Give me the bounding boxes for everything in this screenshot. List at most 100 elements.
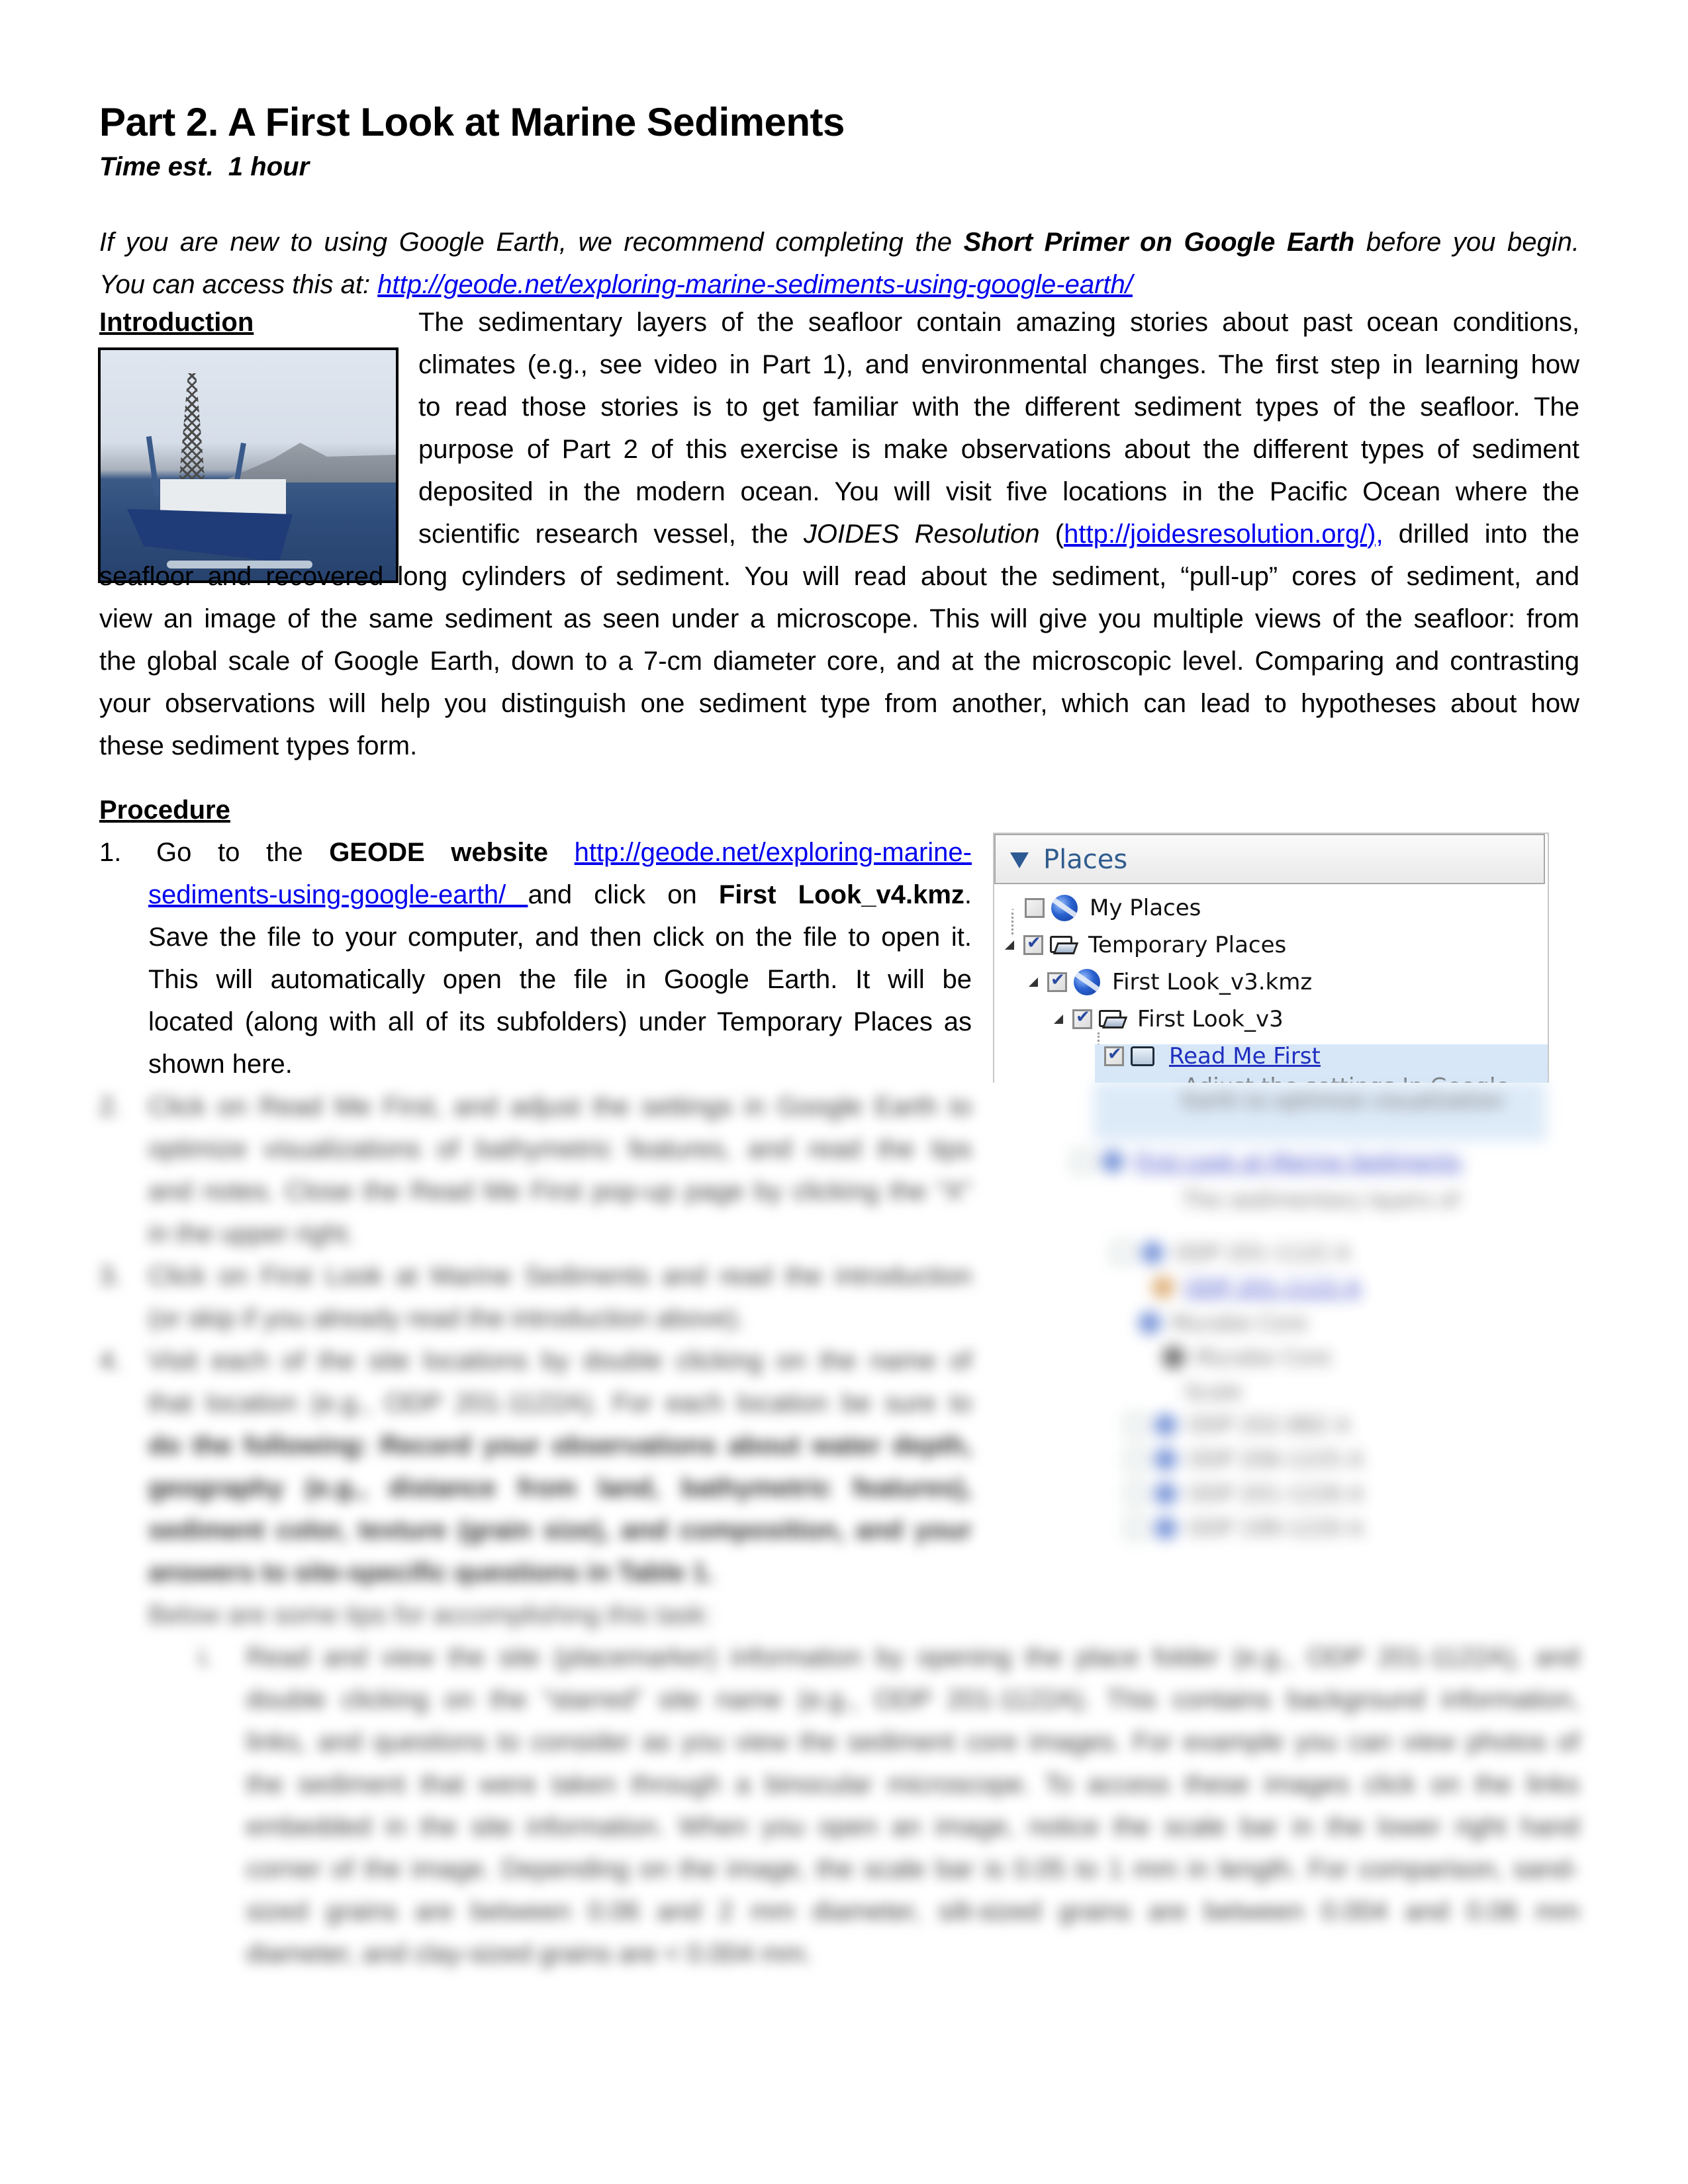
joides-link[interactable]: http://joidesresolution.org/: [1064, 520, 1367, 549]
intro-line: deposited in the modern ocean. You will …: [418, 477, 1579, 506]
tree-item-my-places[interactable]: My Places: [1004, 891, 1201, 925]
step-line: Click on Read Me First, and adjust the s…: [148, 1092, 972, 1121]
intro-line: The sedimentary layers of the seafloor c…: [418, 308, 1579, 337]
star-placemark-icon: [1152, 1276, 1174, 1298]
page-title: Part 2. A First Look at Marine Sediments: [99, 100, 845, 144]
step-line: answers to site-specific questions in Ta…: [148, 1558, 715, 1587]
tree-item[interactable]: ODP 201-1122 A: [1152, 1275, 1360, 1300]
tree-item-kmz[interactable]: First Look_v3.kmz: [1029, 965, 1312, 999]
step1-line: shown here.: [148, 1050, 293, 1079]
geode-link[interactable]: http://geode.net/exploring-marine-: [575, 838, 972, 867]
collapse-arrow-icon[interactable]: [1054, 1015, 1063, 1024]
primer-note-line-2: You can access this at: http://geode.net…: [99, 270, 1133, 299]
geode-website-label: GEODE website: [329, 838, 548, 867]
tree-item[interactable]: ODP 201-1122 A: [1112, 1240, 1350, 1265]
tree-item[interactable]: Scale: [1185, 1379, 1242, 1404]
substep-line: the sediment that were taken through a b…: [246, 1770, 1579, 1799]
checkbox[interactable]: [1125, 1483, 1147, 1504]
step-line: geography (e.g., distance from land, bat…: [148, 1473, 972, 1502]
tree-item[interactable]: Murabe Core: [1139, 1310, 1307, 1336]
step-line: optimize visualizations of bathymetric f…: [148, 1134, 972, 1163]
collapse-arrow-icon[interactable]: [1005, 940, 1014, 950]
primer-note-line-1: If you are new to using Google Earth, we…: [99, 228, 1580, 257]
substep-number: i.: [199, 1643, 212, 1672]
folder-icon: [1131, 1046, 1154, 1066]
checkbox[interactable]: [1072, 1151, 1094, 1172]
image-overlay-icon: [1162, 1346, 1185, 1369]
folder-icon: [1154, 1448, 1177, 1471]
tree-item-label: First Look_v3.kmz: [1112, 969, 1313, 995]
tree-item[interactable]: First Look at Marine Sediments: [1072, 1149, 1462, 1174]
step1-line: Save the file to your computer, and then…: [148, 923, 972, 952]
checkbox[interactable]: [1112, 1242, 1133, 1263]
step-number: 3.: [99, 1261, 122, 1291]
tree-item[interactable]: ODP 199-1220 A: [1125, 1516, 1363, 1541]
google-earth-globe-icon: [1051, 895, 1078, 921]
tree-item-read-me-first[interactable]: Read Me First: [1104, 1039, 1321, 1073]
intro-line: view an image of the same sediment as se…: [99, 604, 1579, 633]
places-panel-blurred: Earth to optimize visualization First Lo…: [993, 1081, 1546, 1584]
tree-item[interactable]: Murabe Core: [1162, 1345, 1331, 1370]
step-line: and notes. Close the Read Me First pop-u…: [148, 1177, 972, 1206]
geode-link-cont[interactable]: sediments-using-google-earth/: [148, 880, 528, 909]
read-me-first-link[interactable]: Read Me First: [1169, 1043, 1321, 1069]
checkbox-checked[interactable]: [1047, 970, 1067, 992]
substep-line: double clicking on the “starred” site na…: [246, 1685, 1579, 1714]
folder-icon: [1154, 1517, 1177, 1539]
document-page: Part 2. A First Look at Marine Sediments…: [0, 0, 1688, 2184]
step1-line: This will automatically open the file in…: [148, 965, 972, 994]
tree-item-desc: The sedimentary layers of: [1182, 1187, 1460, 1212]
checkbox-checked[interactable]: [1104, 1044, 1124, 1066]
time-estimate: Time est. 1 hour: [99, 152, 310, 181]
intro-line: climates (e.g., see video in Part 1), an…: [418, 350, 1579, 379]
tips-intro: Below are some tips for accomplishing th…: [148, 1600, 712, 1629]
folder-icon: [1141, 1242, 1164, 1264]
substep-line: links, and questions to consider as you …: [246, 1727, 1579, 1756]
intro-line: seafloor and recovered long cylinders of…: [99, 562, 1579, 591]
open-folder-icon: [1099, 1009, 1125, 1030]
tree-item-temporary-places[interactable]: Temporary Places: [1005, 928, 1286, 962]
primer-title: Short Primer on Google Earth: [963, 228, 1355, 257]
step-line: in the upper right.: [148, 1219, 355, 1248]
checkbox[interactable]: [1125, 1414, 1147, 1435]
places-panel: Places My Places Temporary Places First …: [993, 833, 1549, 1083]
step-line: sediment color, texture (grain size), an…: [148, 1516, 972, 1545]
open-folder-icon: [1050, 934, 1076, 956]
checkbox-checked[interactable]: [1023, 933, 1043, 955]
step-number: 4.: [99, 1346, 122, 1375]
collapse-arrow-icon[interactable]: [1029, 978, 1038, 987]
substep-line: diameter, and clay-sized grains are < 0.…: [246, 1939, 812, 1968]
photo-mountain: [220, 443, 396, 482]
step-line: that location (e.g., ODP 201-1122A). For…: [148, 1388, 972, 1418]
globe-icon: [1139, 1312, 1161, 1334]
tree-item-first-look-folder[interactable]: First Look_v3: [1054, 1002, 1284, 1036]
photo-hull: [127, 509, 293, 562]
tree-item-desc: Earth to optimize visualization: [1182, 1088, 1505, 1113]
tree-item-label: Temporary Places: [1088, 932, 1287, 958]
intro-line: scientific research vessel, the JOIDES R…: [418, 520, 1580, 549]
kmz-filename: First Look_v4.kmz: [718, 880, 964, 909]
tree-item[interactable]: ODP 201-1226 A: [1125, 1481, 1363, 1506]
checkbox[interactable]: [1125, 1449, 1147, 1470]
checkbox[interactable]: [1125, 1518, 1147, 1539]
intro-line: your observations will help you distingu…: [99, 689, 1579, 718]
step-line: (or skip if you already read the introdu…: [148, 1304, 745, 1333]
intro-line: purpose of Part 2 of this exercise is ma…: [418, 435, 1579, 464]
primer-link[interactable]: http://geode.net/exploring-marine-sedime…: [377, 270, 1133, 299]
tree-item[interactable]: ODP 206-1225 A: [1125, 1447, 1363, 1472]
step1-line: located (along with all of its subfolder…: [148, 1007, 972, 1036]
checkbox[interactable]: [1025, 898, 1045, 918]
places-header[interactable]: Places: [994, 834, 1545, 884]
introduction-heading: Introduction: [99, 308, 254, 337]
checkbox-checked[interactable]: [1072, 1007, 1092, 1029]
google-earth-globe-icon: [1074, 969, 1100, 995]
tree-item[interactable]: ODP 202-882 A: [1125, 1412, 1350, 1437]
step-number: 1.: [99, 838, 122, 867]
step1-line: Go to the GEODE website http://geode.net…: [156, 838, 972, 867]
collapse-triangle-icon[interactable]: [1010, 852, 1029, 868]
substep-line: embedded in the site information. When y…: [246, 1812, 1579, 1841]
intro-line: to read those stories is to get familiar…: [418, 392, 1579, 422]
intro-line: these sediment types form.: [99, 731, 418, 760]
expand-arrow-icon[interactable]: [1004, 900, 1014, 916]
photo-derrick: [179, 373, 205, 486]
